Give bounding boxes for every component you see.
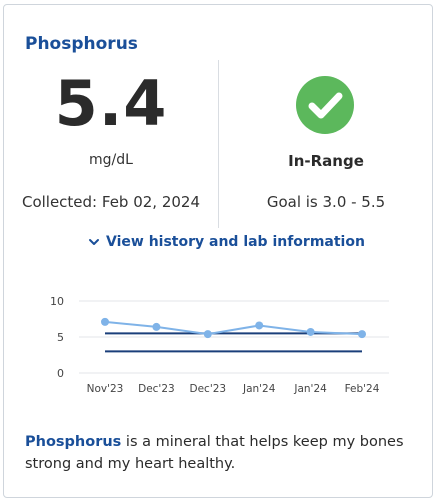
x-tick-label: Nov'23 — [87, 383, 124, 395]
x-tick-label: Jan'24 — [242, 383, 276, 395]
x-tick-label: Dec'23 — [138, 383, 175, 395]
data-point — [203, 330, 212, 339]
description-term: Phosphorus — [25, 434, 122, 450]
data-point — [306, 327, 315, 336]
description: Phosphorus is a mineral that helps keep … — [25, 431, 417, 475]
y-tick-label: 0 — [57, 367, 64, 380]
history-chart: 10 5 0 Nov'23 Dec'23 Dec'23 Jan'24 Jan'24 Feb'24 — [50, 295, 389, 395]
y-tick-label: 10 — [50, 295, 64, 308]
x-tick-label: Feb'24 — [345, 383, 380, 395]
x-tick-label: Jan'24 — [293, 383, 327, 395]
lab-result-card: Phosphorus 5.4 mg/dL Collected: Feb 02, … — [3, 4, 433, 498]
data-point — [152, 322, 161, 331]
data-point — [255, 321, 264, 330]
data-point — [101, 317, 109, 326]
y-tick-label: 5 — [57, 331, 64, 344]
data-point — [358, 330, 366, 339]
x-tick-label: Dec'23 — [190, 383, 227, 395]
series-line — [104, 320, 363, 336]
